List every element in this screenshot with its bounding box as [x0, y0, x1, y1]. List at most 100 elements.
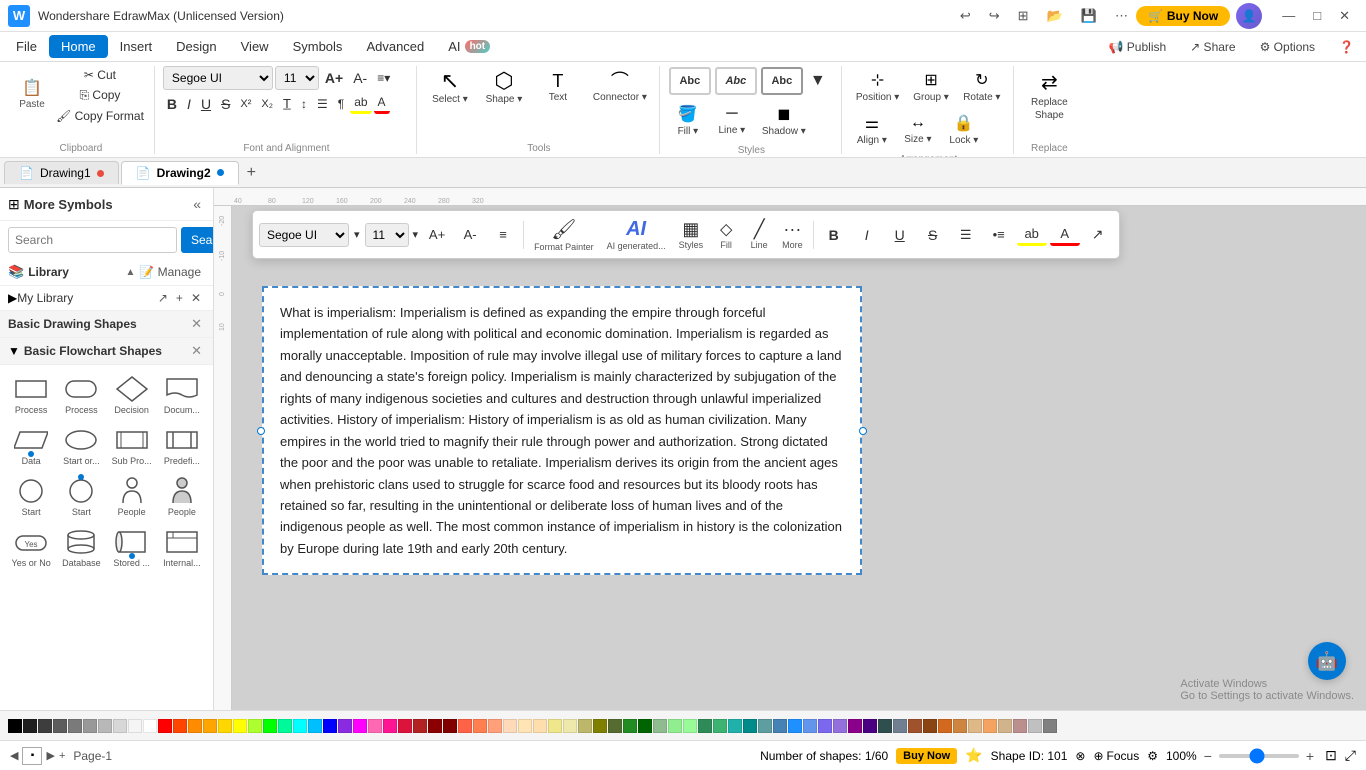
- align-tool-btn[interactable]: ⚌ Align ▾: [850, 109, 894, 150]
- color-swatch[interactable]: [713, 719, 727, 733]
- shape-start-circle[interactable]: Start: [8, 473, 54, 520]
- basic-drawing-close-btn[interactable]: ✕: [188, 315, 205, 333]
- page-thumb[interactable]: ▪: [22, 747, 42, 765]
- color-swatch[interactable]: [413, 719, 427, 733]
- prev-page-btn[interactable]: ◀: [10, 749, 18, 762]
- color-swatch[interactable]: [8, 719, 22, 733]
- shape-start-sm[interactable]: Start: [58, 473, 104, 520]
- save-btn[interactable]: 💾: [1073, 4, 1105, 28]
- fullscreen-btn[interactable]: ⤢: [1345, 747, 1356, 764]
- floating-highlight-btn[interactable]: ab: [1017, 224, 1047, 246]
- font-size-select[interactable]: 11 89101214: [275, 66, 319, 90]
- floating-grow-btn[interactable]: A+: [422, 225, 452, 244]
- color-swatch[interactable]: [863, 719, 877, 733]
- help-btn[interactable]: ❓: [1331, 37, 1362, 57]
- color-swatch[interactable]: [908, 719, 922, 733]
- manage-btn[interactable]: 📝 Manage: [135, 263, 205, 281]
- color-swatch[interactable]: [563, 719, 577, 733]
- list-btn[interactable]: ☰: [313, 95, 332, 113]
- menu-symbols[interactable]: Symbols: [281, 35, 355, 58]
- add-page-btn[interactable]: +: [59, 750, 65, 762]
- position-btn[interactable]: ⊹ Position ▾: [850, 66, 905, 107]
- undo-btn[interactable]: ↩: [952, 4, 979, 28]
- color-swatch[interactable]: [488, 719, 502, 733]
- menu-view[interactable]: View: [229, 35, 281, 58]
- next-page-btn[interactable]: ▶: [46, 749, 54, 762]
- cut-btn[interactable]: ✂ Cut: [52, 66, 148, 84]
- color-swatch[interactable]: [293, 719, 307, 733]
- strikethrough-btn[interactable]: S: [217, 94, 234, 114]
- shape-predefined[interactable]: Predefi...: [159, 422, 205, 469]
- color-swatch[interactable]: [218, 719, 232, 733]
- menu-design[interactable]: Design: [164, 35, 228, 58]
- lock-btn[interactable]: 🔒 Lock ▾: [942, 109, 986, 150]
- color-swatch[interactable]: [353, 719, 367, 733]
- floating-size-select[interactable]: 11: [365, 223, 409, 247]
- font-shrink-btn[interactable]: A-: [349, 68, 371, 88]
- align-btn[interactable]: ≡▾: [373, 69, 394, 87]
- color-swatch[interactable]: [338, 719, 352, 733]
- color-swatch[interactable]: [698, 719, 712, 733]
- maximize-btn[interactable]: □: [1305, 4, 1329, 27]
- shape-internal[interactable]: Internal...: [159, 524, 205, 571]
- close-btn[interactable]: ✕: [1331, 4, 1358, 28]
- color-swatch[interactable]: [98, 719, 112, 733]
- floating-align-btn[interactable]: ≡: [488, 225, 518, 244]
- floating-strike-btn[interactable]: S: [918, 225, 948, 245]
- zoom-in-btn[interactable]: +: [1303, 748, 1317, 764]
- color-swatch[interactable]: [788, 719, 802, 733]
- floating-bold-btn[interactable]: B: [819, 225, 849, 245]
- menu-advanced[interactable]: Advanced: [354, 35, 436, 58]
- floating-format-painter-btn[interactable]: 🖌 Format Painter: [529, 215, 599, 254]
- color-swatch[interactable]: [533, 719, 547, 733]
- superscript-btn[interactable]: X²: [236, 96, 255, 112]
- search-input[interactable]: [8, 227, 177, 253]
- line-spacing-btn[interactable]: ↕: [297, 95, 311, 113]
- my-library-add-btn[interactable]: +: [172, 289, 187, 307]
- basic-flowchart-close-btn[interactable]: ✕: [188, 342, 205, 360]
- color-swatch[interactable]: [458, 719, 472, 733]
- rotate-btn[interactable]: ↻ Rotate ▾: [957, 66, 1007, 107]
- italic-btn[interactable]: I: [183, 94, 195, 114]
- color-swatch[interactable]: [113, 719, 127, 733]
- share-btn[interactable]: ↗ Share: [1182, 37, 1243, 57]
- styles-more-btn[interactable]: ▼: [806, 70, 830, 92]
- color-swatch[interactable]: [263, 719, 277, 733]
- color-swatch[interactable]: [518, 719, 532, 733]
- text-tool-btn[interactable]: T Text: [533, 68, 583, 107]
- color-swatch[interactable]: [968, 719, 982, 733]
- menu-insert[interactable]: Insert: [108, 35, 165, 58]
- zoom-out-btn[interactable]: −: [1201, 748, 1215, 764]
- color-swatch[interactable]: [203, 719, 217, 733]
- open-btn[interactable]: 📂: [1039, 4, 1071, 28]
- replace-shape-btn[interactable]: ⇄ Replace Shape: [1022, 66, 1077, 136]
- color-swatch[interactable]: [938, 719, 952, 733]
- add-tab-btn[interactable]: +: [241, 164, 262, 182]
- color-swatch[interactable]: [803, 719, 817, 733]
- color-swatch[interactable]: [848, 719, 862, 733]
- style-swatch-3[interactable]: Abc: [761, 67, 803, 95]
- floating-fill-btn[interactable]: ⬦ Fill: [711, 217, 741, 252]
- menu-file[interactable]: File: [4, 35, 49, 58]
- color-swatch[interactable]: [893, 719, 907, 733]
- color-swatch[interactable]: [773, 719, 787, 733]
- shape-process-round[interactable]: Process: [58, 371, 104, 418]
- color-swatch[interactable]: [998, 719, 1012, 733]
- color-swatch[interactable]: [473, 719, 487, 733]
- chatbot-btn[interactable]: 🤖: [1308, 642, 1346, 680]
- new-btn[interactable]: ⊞: [1010, 4, 1037, 28]
- options-btn[interactable]: ⚙ Options: [1252, 37, 1323, 57]
- color-swatch[interactable]: [23, 719, 37, 733]
- sidebar-collapse-btn[interactable]: «: [189, 194, 205, 214]
- menu-home[interactable]: Home: [49, 35, 108, 58]
- floating-list-btn[interactable]: ☰: [951, 225, 981, 245]
- focus-btn[interactable]: ⊕ Focus: [1093, 749, 1139, 763]
- color-swatch[interactable]: [248, 719, 262, 733]
- fill-btn[interactable]: 🪣 Fill ▾: [668, 100, 708, 141]
- color-swatch[interactable]: [668, 719, 682, 733]
- floating-bullets-btn[interactable]: •≡: [984, 225, 1014, 244]
- color-swatch[interactable]: [53, 719, 67, 733]
- color-swatch[interactable]: [278, 719, 292, 733]
- shape-document[interactable]: Docum...: [159, 371, 205, 418]
- handle-right[interactable]: [859, 427, 867, 435]
